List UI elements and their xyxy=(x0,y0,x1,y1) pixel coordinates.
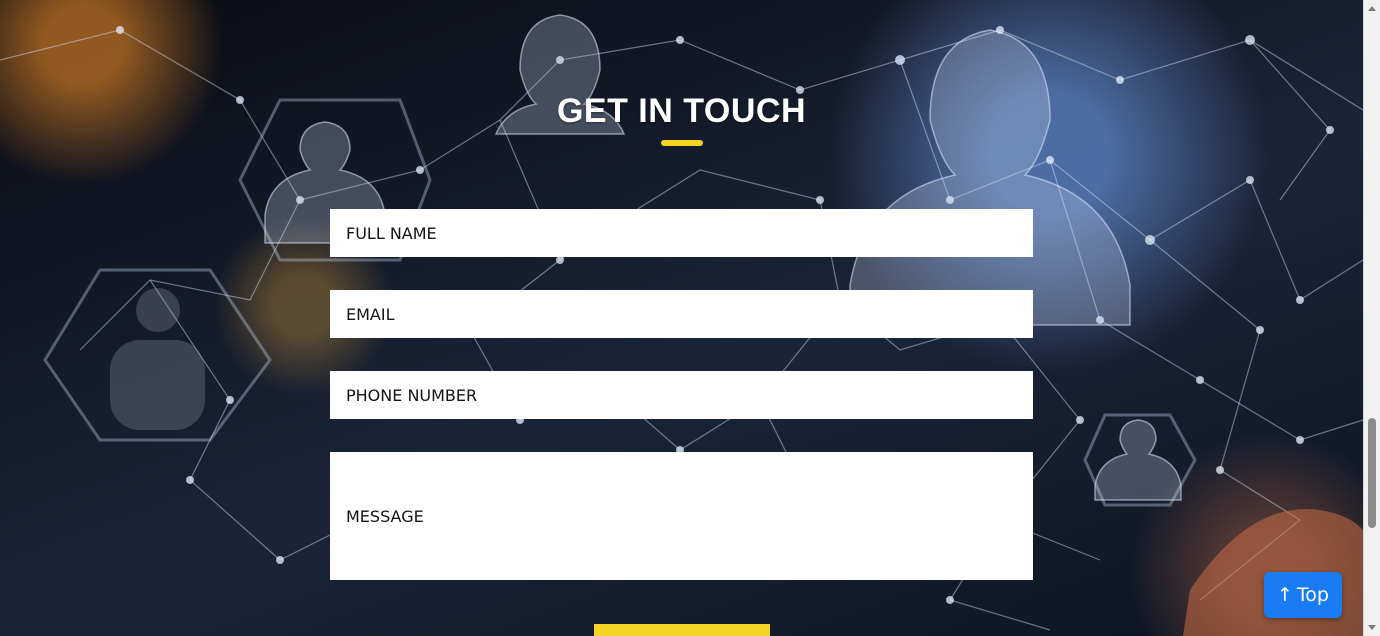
full-name-placeholder: FULL NAME xyxy=(346,223,437,243)
back-to-top-button[interactable]: ↑ Top xyxy=(1264,572,1342,618)
top-button-label: Top xyxy=(1296,584,1329,606)
vertical-scrollbar[interactable] xyxy=(1363,0,1380,636)
full-name-input[interactable]: FULL NAME xyxy=(330,209,1033,257)
message-textarea[interactable]: MESSAGE xyxy=(330,452,1033,580)
submit-button[interactable] xyxy=(594,624,770,636)
scroll-up-arrow-icon[interactable] xyxy=(1368,6,1376,11)
title-underline xyxy=(661,140,703,146)
contact-section: GET IN TOUCH FULL NAME EMAIL PHONE NUMBE… xyxy=(0,0,1380,636)
section-title: GET IN TOUCH xyxy=(556,92,807,130)
scroll-down-arrow-icon[interactable] xyxy=(1368,625,1376,630)
email-placeholder: EMAIL xyxy=(346,304,395,324)
message-placeholder: MESSAGE xyxy=(346,506,424,526)
email-input[interactable]: EMAIL xyxy=(330,290,1033,338)
phone-placeholder: PHONE NUMBER xyxy=(346,385,478,405)
arrow-up-icon: ↑ xyxy=(1277,584,1293,606)
scrollbar-thumb[interactable] xyxy=(1368,418,1376,528)
phone-number-input[interactable]: PHONE NUMBER xyxy=(330,371,1033,419)
